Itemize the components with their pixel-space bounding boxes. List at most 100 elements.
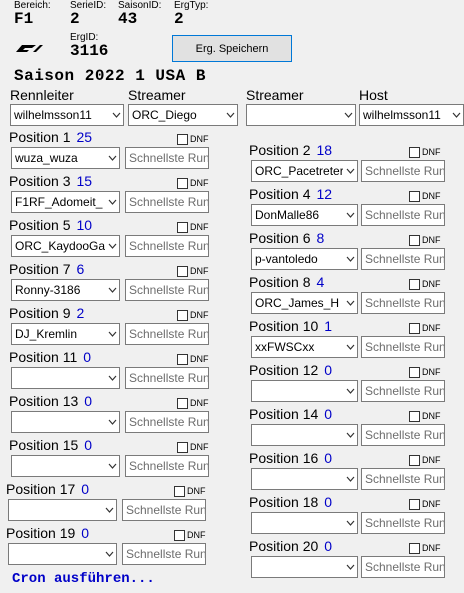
dnf-checkbox[interactable]: DNF [409,541,441,555]
dnf-checkbox[interactable]: DNF [177,440,209,454]
dnf-checkbox[interactable]: DNF [409,145,441,159]
driver-select[interactable]: F1RF_Adomeit_ [11,191,120,213]
position-points: 0 [324,406,333,422]
position-row: Position 17 0 DNF Schnellste Runde [6,482,211,524]
fastest-lap-input[interactable]: Schnellste Runde [361,336,445,358]
driver-select[interactable] [251,380,358,402]
dnf-checkbox[interactable]: DNF [409,233,441,247]
dnf-checkbox[interactable]: DNF [409,497,441,511]
streamer2-select[interactable] [246,104,356,126]
position-row: Position 13 0 DNF Schnellste Runde [9,394,214,436]
driver-select[interactable]: DJ_Kremlin [11,323,120,345]
fastest-lap-input[interactable]: Schnellste Runde [361,556,445,578]
position-label-text: Position 7 [9,261,71,277]
driver-select[interactable] [11,455,120,477]
driver-select[interactable] [8,543,117,565]
host-select[interactable]: wilhelmsson11 [359,104,464,126]
checkbox-icon [177,353,188,365]
driver-select[interactable] [251,556,358,578]
rennleiter-header: Rennleiter [10,87,74,103]
checkbox-icon [174,485,185,497]
chevron-down-icon [343,425,357,445]
dnf-checkbox[interactable]: DNF [177,308,209,322]
driver-select[interactable]: ORC_KaydooGa [11,235,120,257]
dnf-checkbox[interactable]: DNF [177,220,209,234]
position-points: 0 [83,349,92,365]
cron-link[interactable]: Cron ausführen... [12,571,155,587]
fastest-lap-input[interactable]: Schnellste Runde [125,235,209,257]
fastest-lap-input[interactable]: Schnellste Runde [125,323,209,345]
dnf-checkbox[interactable]: DNF [409,189,441,203]
chevron-down-icon [449,105,463,125]
fastest-lap-input[interactable]: Schnellste Runde [361,248,445,270]
position-points: 0 [324,494,333,510]
fastest-lap-input[interactable]: Schnellste Runde [125,279,209,301]
dnf-label: DNF [190,442,209,452]
dnf-checkbox[interactable]: DNF [177,396,209,410]
dnf-checkbox[interactable]: DNF [409,365,441,379]
streamer1-select[interactable]: ORC_Diego [128,104,238,126]
position-label: Position 15 0 [9,438,92,453]
position-points: 0 [324,362,333,378]
fastest-lap-input[interactable]: Schnellste Runde [361,424,445,446]
driver-select[interactable] [11,367,120,389]
position-row: Position 3 15 DNF F1RF_Adomeit_ Schnellste R… [9,174,214,216]
saison-value: 43 [118,10,138,28]
fastest-lap-input[interactable]: Schnellste Runde [361,204,445,226]
dnf-checkbox[interactable]: DNF [409,453,441,467]
fastest-lap-input[interactable]: Schnellste Runde [125,147,209,169]
driver-select[interactable] [11,411,120,433]
chevron-down-icon [105,236,119,256]
position-label: Position 18 0 [249,495,332,510]
dnf-checkbox[interactable]: DNF [409,409,441,423]
fastest-lap-input[interactable]: Schnellste Runde [361,160,445,182]
dnf-checkbox[interactable]: DNF [177,352,209,366]
driver-select[interactable]: Ronny-3186 [11,279,120,301]
driver-select[interactable]: ORC_Pacetreter [251,160,358,182]
driver-select[interactable] [251,468,358,490]
driver-select[interactable]: wuza_wuza [11,147,120,169]
dnf-checkbox[interactable]: DNF [174,528,206,542]
position-row: Position 16 0 DNF Schnellste Runde [249,451,464,493]
position-label: Position 8 4 [249,275,324,290]
chevron-down-icon [343,249,357,269]
fastest-lap-input[interactable]: Schnellste Runde [361,468,445,490]
fastest-lap-input[interactable]: Schnellste Runde [125,411,209,433]
driver-select[interactable] [8,499,117,521]
dnf-checkbox[interactable]: DNF [177,264,209,278]
chevron-down-icon [105,192,119,212]
driver-value: F1RF_Adomeit_ [15,195,103,209]
position-label: Position 10 1 [249,319,332,334]
driver-select[interactable]: DonMalle86 [251,204,358,226]
fastest-lap-input[interactable]: Schnellste Runde [361,380,445,402]
save-button[interactable]: Erg. Speichern [172,35,292,62]
fastest-lap-input[interactable]: Schnellste Runde [122,543,206,565]
position-row: Position 15 0 DNF Schnellste Runde [9,438,214,480]
dnf-checkbox[interactable]: DNF [177,132,209,146]
rennleiter-select[interactable]: wilhelmsson11 [10,104,124,126]
chevron-down-icon [105,324,119,344]
dnf-checkbox[interactable]: DNF [409,277,441,291]
driver-select[interactable]: xxFWSCxx [251,336,358,358]
ergtyp-value: 2 [174,10,184,28]
position-points: 0 [81,481,90,497]
chevron-down-icon [223,105,237,125]
fastest-lap-input[interactable]: Schnellste Runde [125,455,209,477]
fastest-lap-input[interactable]: Schnellste Runde [125,191,209,213]
dnf-checkbox[interactable]: DNF [177,176,209,190]
fastest-lap-input[interactable]: Schnellste Runde [361,292,445,314]
driver-select[interactable]: p-vantoledo [251,248,358,270]
dnf-label: DNF [187,486,206,496]
dnf-checkbox[interactable]: DNF [409,321,441,335]
chevron-down-icon [343,469,357,489]
fastest-lap-input[interactable]: Schnellste Runde [122,499,206,521]
fastest-lap-input[interactable]: Schnellste Runde [361,512,445,534]
position-label: Position 11 0 [9,350,91,365]
position-row: Position 20 0 DNF Schnellste Runde [249,539,464,581]
driver-select[interactable] [251,512,358,534]
dnf-checkbox[interactable]: DNF [174,484,206,498]
dnf-label: DNF [422,543,441,553]
driver-select[interactable] [251,424,358,446]
fastest-lap-input[interactable]: Schnellste Runde [125,367,209,389]
driver-select[interactable]: ORC_James_H [251,292,358,314]
